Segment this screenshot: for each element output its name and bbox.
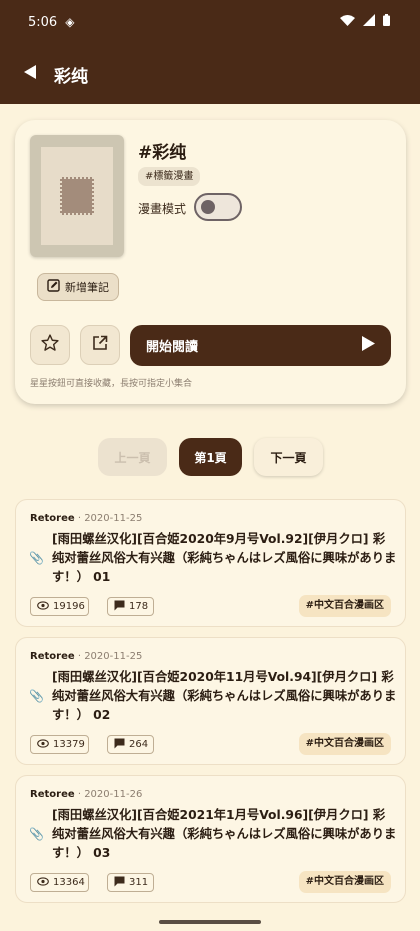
eye-icon <box>37 738 49 751</box>
views-count: 13364 <box>53 877 85 888</box>
post-card[interactable]: Retoree · 2020-11-25 📎 [雨田螺丝汉化][百合姫2020年… <box>15 499 406 627</box>
views-counter: 19196 <box>30 597 89 616</box>
edit-icon <box>47 279 60 295</box>
tag-title: #彩纯 <box>138 143 187 163</box>
views-count: 13379 <box>53 739 85 750</box>
post-author[interactable]: Retoree <box>30 789 75 800</box>
post-title[interactable]: [雨田螺丝汉化][百合姫2020年9月号Vol.92][伊月クロ] 彩纯对蕾丝风… <box>52 530 397 587</box>
post-date: 2020-11-25 <box>84 651 143 662</box>
comment-icon <box>114 738 125 752</box>
paperclip-icon: 📎 <box>29 689 44 703</box>
paperclip-icon: 📎 <box>29 827 44 841</box>
notification-icon: ◈ <box>65 15 75 29</box>
signal-icon <box>363 14 375 30</box>
favorite-hint: 星星按鈕可直接收藏，長按可指定小集合 <box>30 379 193 389</box>
post-author[interactable]: Retoree <box>30 513 75 524</box>
play-icon <box>362 336 375 355</box>
next-page-button[interactable]: 下一頁 <box>254 438 323 476</box>
post-meta: Retoree · 2020-11-25 <box>30 513 143 524</box>
cover-paper <box>41 147 113 245</box>
eye-icon <box>37 876 49 889</box>
comments-count: 178 <box>129 601 149 612</box>
add-note-label: 新增筆記 <box>65 281 109 294</box>
comments-counter: 264 <box>107 735 154 754</box>
comment-icon <box>114 876 125 890</box>
paperclip-icon: 📎 <box>29 551 44 565</box>
start-reading-button[interactable]: 開始閱讀 <box>130 325 391 366</box>
toggle-knob <box>201 200 215 214</box>
views-count: 19196 <box>53 601 85 612</box>
comments-counter: 311 <box>107 873 154 892</box>
views-counter: 13364 <box>30 873 89 892</box>
wifi-icon <box>340 14 355 30</box>
add-note-button[interactable]: 新增筆記 <box>37 273 119 301</box>
comment-icon <box>114 600 125 614</box>
comments-count: 264 <box>129 739 149 750</box>
star-icon <box>40 333 60 357</box>
post-meta: Retoree · 2020-11-25 <box>30 651 143 662</box>
post-card[interactable]: Retoree · 2020-11-25 📎 [雨田螺丝汉化][百合姫2020年… <box>15 637 406 765</box>
status-time: 5:06 <box>28 14 58 30</box>
share-button[interactable] <box>80 325 120 365</box>
forum-tag[interactable]: #中文百合漫画区 <box>298 733 391 755</box>
post-card[interactable]: Retoree · 2020-11-26 📎 [雨田螺丝汉化][百合姫2021年… <box>15 775 406 903</box>
post-title[interactable]: [雨田螺丝汉化][百合姫2020年11月号Vol.94][伊月クロ] 彩纯对蕾丝… <box>52 668 397 725</box>
eye-icon <box>37 600 49 613</box>
post-date: 2020-11-25 <box>84 513 143 524</box>
current-page-button[interactable]: 第1頁 <box>179 438 242 476</box>
gesture-bar[interactable] <box>159 920 261 924</box>
post-date: 2020-11-26 <box>84 789 143 800</box>
cover-image[interactable] <box>30 135 124 257</box>
manga-mode-label: 漫畫模式 <box>138 202 187 216</box>
tag-type-chip: #標籤漫畫 <box>138 167 201 186</box>
post-meta: Retoree · 2020-11-26 <box>30 789 143 800</box>
comments-counter: 178 <box>107 597 154 616</box>
manga-mode-toggle[interactable] <box>194 193 242 221</box>
cover-seal <box>60 177 94 215</box>
post-title[interactable]: [雨田螺丝汉化][百合姫2021年1月号Vol.96][伊月クロ] 彩纯对蕾丝风… <box>52 806 397 863</box>
tag-info-card: #彩纯 #標籤漫畫 漫畫模式 新增筆記 開始閱讀 星星按鈕可直接收藏，長按可指定… <box>15 120 406 404</box>
battery-icon <box>383 14 390 30</box>
comments-count: 311 <box>129 877 149 888</box>
page-title: 彩纯 <box>54 66 88 87</box>
forum-tag[interactable]: #中文百合漫画区 <box>298 871 391 893</box>
prev-page-button[interactable]: 上一頁 <box>98 438 167 476</box>
back-icon <box>23 64 37 85</box>
post-author[interactable]: Retoree <box>30 651 75 662</box>
views-counter: 13379 <box>30 735 89 754</box>
forum-tag[interactable]: #中文百合漫画区 <box>298 595 391 617</box>
favorite-button[interactable] <box>30 325 70 365</box>
app-bar: 彩纯 <box>0 44 420 104</box>
status-bar: 5:06 ◈ <box>0 0 420 44</box>
start-reading-label: 開始閱讀 <box>146 340 199 355</box>
back-button[interactable] <box>12 56 48 92</box>
share-icon <box>92 335 108 355</box>
